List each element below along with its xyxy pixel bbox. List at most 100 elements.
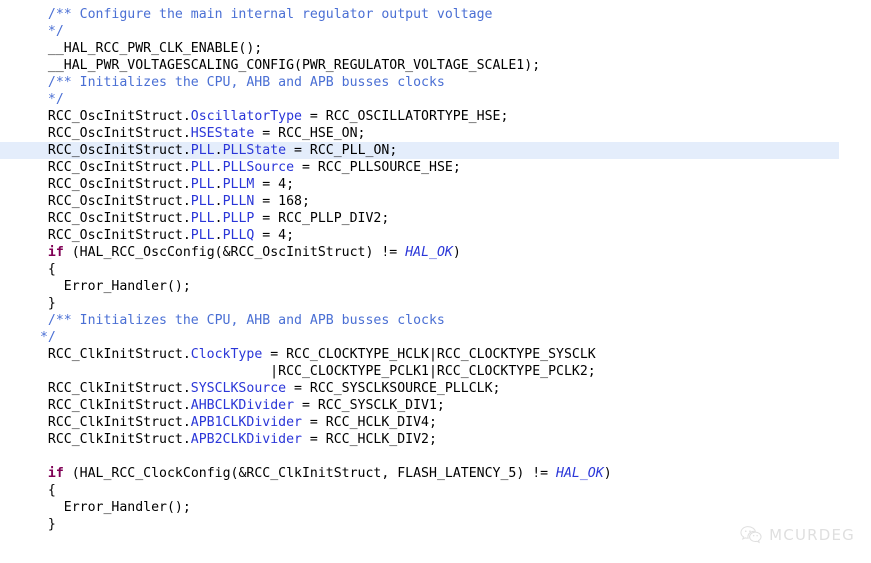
code-line[interactable]: RCC_OscInitStruct.PLL.PLLM = 4;	[0, 176, 871, 193]
code-token-field: OscillatorType	[190, 109, 302, 124]
code-token-plain: = RCC_HCLK_DIV4;	[301, 415, 437, 430]
code-token-plain: RCC_OscInitStruct.	[32, 143, 191, 158]
code-token-plain: = 168;	[254, 194, 310, 209]
code-line[interactable]: RCC_ClkInitStruct.ClockType = RCC_CLOCKT…	[0, 346, 871, 363]
code-token-comment: */	[32, 24, 64, 39]
code-token-plain: RCC_OscInitStruct.	[32, 160, 191, 175]
code-token-plain: RCC_OscInitStruct.	[32, 126, 191, 141]
code-token-plain: Error_Handler();	[32, 279, 191, 294]
code-token-plain: = RCC_SYSCLKSOURCE_PLLCLK;	[286, 381, 501, 396]
code-line[interactable]: */	[0, 91, 871, 108]
code-token-plain: {	[32, 483, 56, 498]
code-token-plain: RCC_ClkInitStruct.	[32, 398, 191, 413]
code-token-plain: = RCC_OSCILLATORTYPE_HSE;	[301, 109, 509, 124]
code-token-field: PLL	[190, 194, 215, 209]
code-token-plain: .	[214, 177, 223, 192]
code-token-field: PLLN	[222, 194, 255, 209]
code-token-plain: RCC_ClkInitStruct.	[32, 415, 191, 430]
code-line[interactable]: __HAL_RCC_PWR_CLK_ENABLE();	[0, 40, 871, 57]
code-token-plain: = RCC_PLLP_DIV2;	[254, 211, 390, 226]
code-token-plain: (HAL_RCC_ClockConfig(&RCC_ClkInitStruct,…	[63, 466, 557, 481]
code-token-field: PLLQ	[222, 228, 255, 243]
code-token-field: PLL	[190, 160, 215, 175]
code-line[interactable]: Error_Handler();	[0, 278, 871, 295]
code-token-plain: = RCC_PLLSOURCE_HSE;	[294, 160, 461, 175]
code-line[interactable]: {	[0, 482, 871, 499]
code-line[interactable]: {	[0, 261, 871, 278]
code-line[interactable]: RCC_ClkInitStruct.APB1CLKDivider = RCC_H…	[0, 414, 871, 431]
code-token-plain: )	[603, 466, 612, 481]
code-token-plain: RCC_OscInitStruct.	[32, 177, 191, 192]
code-token-plain: = RCC_HCLK_DIV2;	[301, 432, 437, 447]
code-token-plain: RCC_OscInitStruct.	[32, 194, 191, 209]
code-token-comment: /** Initializes the CPU, AHB and APB bus…	[32, 313, 445, 328]
code-line[interactable]: RCC_ClkInitStruct.APB2CLKDivider = RCC_H…	[0, 431, 871, 448]
code-line[interactable]: RCC_ClkInitStruct.SYSCLKSource = RCC_SYS…	[0, 380, 871, 397]
code-token-plain: = 4;	[254, 177, 295, 192]
code-line[interactable]: }	[0, 516, 871, 533]
code-line[interactable]: RCC_ClkInitStruct.AHBCLKDivider = RCC_SY…	[0, 397, 871, 414]
code-token-field: PLL	[190, 177, 215, 192]
code-line[interactable]: |RCC_CLOCKTYPE_PCLK1|RCC_CLOCKTYPE_PCLK2…	[0, 363, 871, 380]
code-line[interactable]: RCC_OscInitStruct.PLL.PLLN = 168;	[0, 193, 871, 210]
code-token-plain: .	[214, 194, 223, 209]
code-token-plain: .	[214, 228, 223, 243]
code-token-comment: */	[32, 92, 64, 107]
code-token-plain: RCC_OscInitStruct.	[32, 211, 191, 226]
code-line[interactable]: */	[0, 329, 871, 346]
code-token-plain: __HAL_PWR_VOLTAGESCALING_CONFIG(PWR_REGU…	[32, 58, 541, 73]
code-token-field: HSEState	[190, 126, 255, 141]
code-token-plain: {	[32, 262, 56, 277]
code-content-area[interactable]: /** Configure the main internal regulato…	[0, 0, 871, 563]
code-token-field: PLLState	[222, 143, 287, 158]
code-line[interactable]: RCC_OscInitStruct.OscillatorType = RCC_O…	[0, 108, 871, 125]
code-token-plain: = RCC_SYSCLK_DIV1;	[294, 398, 445, 413]
code-token-plain: RCC_ClkInitStruct.	[32, 432, 191, 447]
code-token-plain: = RCC_CLOCKTYPE_HCLK|RCC_CLOCKTYPE_SYSCL…	[262, 347, 596, 362]
code-token-field: APB1CLKDivider	[190, 415, 302, 430]
code-token-field: PLL	[190, 211, 215, 226]
code-line[interactable]: if (HAL_RCC_ClockConfig(&RCC_ClkInitStru…	[0, 465, 871, 482]
code-line-current[interactable]: RCC_OscInitStruct.PLL.PLLState = RCC_PLL…	[0, 142, 839, 159]
code-token-plain: RCC_ClkInitStruct.	[32, 381, 191, 396]
code-token-macro: HAL_OK	[556, 466, 604, 481]
code-line[interactable]: RCC_OscInitStruct.PLL.PLLP = RCC_PLLP_DI…	[0, 210, 871, 227]
code-line[interactable]: /** Initializes the CPU, AHB and APB bus…	[0, 312, 871, 329]
code-line[interactable]: */	[0, 23, 871, 40]
code-token-field: SYSCLKSource	[190, 381, 287, 396]
code-token-plain: }	[32, 517, 56, 532]
code-token-plain: Error_Handler();	[32, 500, 191, 515]
code-token-field: AHBCLKDivider	[190, 398, 295, 413]
code-token-plain: |RCC_CLOCKTYPE_PCLK1|RCC_CLOCKTYPE_PCLK2…	[32, 364, 596, 379]
code-token-field: APB2CLKDivider	[190, 432, 302, 447]
code-token-plain: .	[214, 211, 223, 226]
code-line[interactable]: RCC_OscInitStruct.PLL.PLLSource = RCC_PL…	[0, 159, 871, 176]
code-line[interactable]	[0, 448, 871, 465]
code-token-comment: /** Configure the main internal regulato…	[32, 7, 493, 22]
code-token-field: PLL	[190, 228, 215, 243]
code-line[interactable]: __HAL_PWR_VOLTAGESCALING_CONFIG(PWR_REGU…	[0, 57, 871, 74]
code-editor[interactable]: /** Configure the main internal regulato…	[0, 0, 871, 563]
code-token-plain: = RCC_HSE_ON;	[254, 126, 366, 141]
code-line[interactable]: RCC_OscInitStruct.PLL.PLLQ = 4;	[0, 227, 871, 244]
code-line[interactable]: RCC_OscInitStruct.HSEState = RCC_HSE_ON;	[0, 125, 871, 142]
code-token-plain: __HAL_RCC_PWR_CLK_ENABLE();	[32, 41, 263, 56]
code-token-field: PLLP	[222, 211, 255, 226]
code-token-plain: = RCC_PLL_ON;	[286, 143, 398, 158]
code-token-plain: .	[214, 160, 223, 175]
code-token-field: ClockType	[190, 347, 263, 362]
code-line[interactable]: Error_Handler();	[0, 499, 871, 516]
code-line[interactable]: /** Configure the main internal regulato…	[0, 6, 871, 23]
code-token-plain: .	[214, 143, 223, 158]
code-token-plain: RCC_OscInitStruct.	[32, 228, 191, 243]
code-token-plain: }	[32, 296, 56, 311]
code-line[interactable]: }	[0, 295, 871, 312]
code-token-macro: HAL_OK	[405, 245, 453, 260]
code-token-comment: */	[32, 330, 56, 345]
code-line[interactable]: if (HAL_RCC_OscConfig(&RCC_OscInitStruct…	[0, 244, 871, 261]
code-token-keyword: if	[47, 245, 64, 260]
code-line[interactable]: /** Initializes the CPU, AHB and APB bus…	[0, 74, 871, 91]
code-token-plain: (HAL_RCC_OscConfig(&RCC_OscInitStruct) !…	[63, 245, 406, 260]
